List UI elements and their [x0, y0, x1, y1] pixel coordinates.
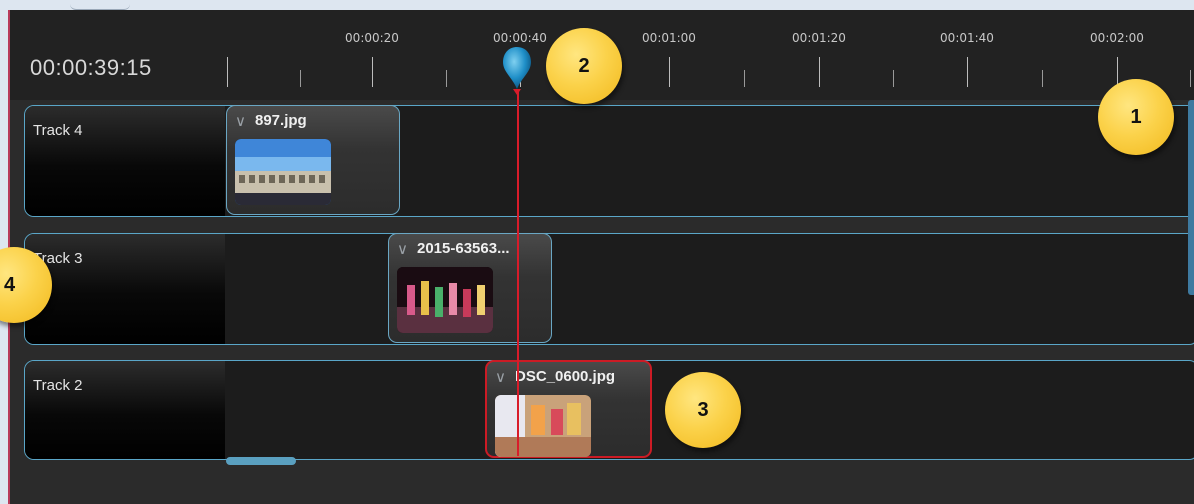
timeline-footer [10, 465, 1194, 504]
ruler-label: 00:00:20 [345, 31, 399, 45]
ruler-tick [446, 70, 447, 87]
callout-badge: 3 [665, 372, 741, 448]
ruler-tick [372, 57, 373, 87]
playhead-marker-icon[interactable] [500, 45, 534, 95]
ruler-tick [744, 70, 745, 87]
ruler-label: 00:00:40 [493, 31, 547, 45]
clip-thumbnail [495, 395, 591, 457]
ruler-tick [819, 57, 820, 87]
track-row[interactable]: Track 3 [24, 233, 1194, 345]
ruler-tick [967, 57, 968, 87]
ruler-label: 00:01:40 [940, 31, 994, 45]
ruler-tick [1042, 70, 1043, 87]
ruler-tick [227, 57, 228, 87]
clip-897[interactable]: ∨ 897.jpg [226, 105, 400, 215]
current-timecode: 00:00:39:15 [30, 55, 152, 80]
ruler-tick [1190, 70, 1191, 87]
clip-thumbnail [397, 267, 493, 333]
chevron-down-icon[interactable]: ∨ [397, 240, 408, 258]
clip-thumbnail [235, 139, 331, 205]
callout-badge: 2 [546, 28, 622, 104]
ruler-tick [669, 57, 670, 87]
chevron-down-icon[interactable]: ∨ [235, 112, 246, 130]
ruler-tick [893, 70, 894, 87]
ruler-tick [300, 70, 301, 87]
clip-2015[interactable]: ∨ 2015-63563... [388, 233, 552, 343]
ruler-label: 00:02:00 [1090, 31, 1144, 45]
ruler-label: 00:01:20 [792, 31, 846, 45]
chevron-down-icon[interactable]: ∨ [495, 368, 506, 386]
track-row[interactable]: Track 4 [24, 105, 1194, 217]
top-tab-edge [70, 0, 130, 10]
clip-dsc0600[interactable]: ∨ DSC_0600.jpg [485, 360, 652, 458]
ruler-label: 00:01:00 [642, 31, 696, 45]
track-header[interactable]: Track 2 [25, 361, 225, 459]
track-name: Track 4 [33, 122, 83, 139]
vertical-scrollbar[interactable] [1188, 100, 1194, 295]
track-header[interactable]: Track 4 [25, 106, 225, 216]
clip-name: 897.jpg [255, 112, 307, 129]
callout-badge: 1 [1098, 79, 1174, 155]
clip-name: DSC_0600.jpg [515, 368, 616, 385]
horizontal-scrollbar-thumb[interactable] [226, 457, 296, 465]
track-header[interactable]: Track 3 [25, 234, 225, 344]
playhead-line[interactable] [517, 90, 519, 456]
track-name: Track 2 [33, 377, 83, 394]
clip-name: 2015-63563... [417, 240, 510, 257]
